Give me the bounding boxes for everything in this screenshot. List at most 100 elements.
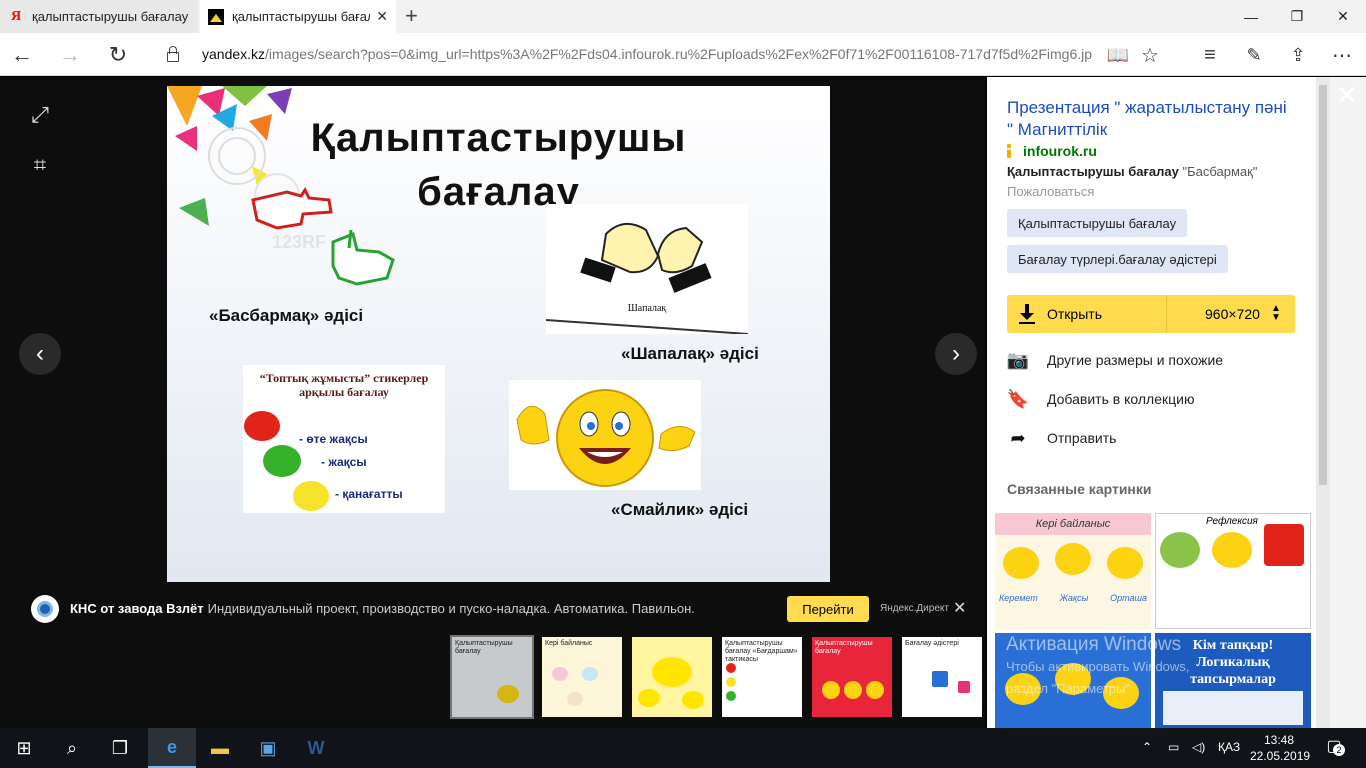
forward-icon[interactable]: → — [56, 41, 84, 69]
thumbnail-4-label: Қалыптастырушы бағалау «Бағдаршам» такти… — [725, 640, 798, 663]
start-windows-icon[interactable]: ⊞ — [0, 728, 48, 768]
related-1-label-3: Орташа — [1110, 593, 1147, 603]
slide-image[interactable]: Қалыптастырушы бағалау 123RF «Басбармақ»… — [167, 86, 830, 582]
download-icon — [1019, 304, 1035, 324]
related-image-2[interactable]: Рефлексия — [1155, 513, 1311, 629]
thumbnail-1[interactable]: Қалыптастырушы бағалау — [450, 635, 534, 719]
complain-link[interactable]: Пожаловаться — [1007, 184, 1094, 199]
thumbnail-2-label: Кері байланыс — [545, 640, 593, 647]
bookmark-icon: 🔖 — [1006, 388, 1030, 409]
thumb-method-label: «Басбармақ» әдісі — [209, 306, 364, 325]
clap-picture: Шапалақ — [546, 204, 748, 334]
description-bold: Қалыптастырушы бағалау — [1007, 164, 1179, 179]
task-view-icon[interactable]: ❐ — [96, 728, 144, 768]
thumbnail-5[interactable]: Қалыптастырушы бағалау — [812, 637, 892, 717]
smiley-icon — [516, 389, 696, 487]
crop-icon[interactable]: ⌗ — [22, 147, 58, 183]
ad-description: Индивидуальный проект, производство и пу… — [207, 601, 695, 616]
language-indicator[interactable]: ҚАЗ — [1218, 740, 1240, 754]
ad-logo-icon — [31, 595, 59, 623]
tab-bar: Я қалыптастырушы бағалау д қалыптастыруш… — [0, 0, 1366, 33]
notes-icon[interactable]: ✎ — [1240, 41, 1268, 69]
volume-icon[interactable]: ◁) — [1192, 740, 1205, 754]
smiley-method-label: «Смайлик» әдісі — [611, 500, 749, 519]
tray-arrow-icon[interactable]: ⌃ — [1142, 740, 1152, 754]
tab-2[interactable]: қалыптастырушы бағал ✕ — [200, 0, 396, 33]
related-1-label-1: Керемет — [999, 593, 1038, 603]
back-icon[interactable]: ← — [8, 41, 36, 69]
thumbnail-strip: Қалыптастырушы бағалау Кері байланыс Қал… — [450, 635, 982, 719]
clock-date: 22.05.2019 — [1250, 749, 1311, 763]
refresh-icon[interactable]: ↻ — [104, 41, 132, 69]
address-bar[interactable]: yandex.kz/images/search?pos=0&img_url=ht… — [202, 46, 1092, 62]
other-sizes-label: Другие размеры и похожие — [1047, 352, 1224, 368]
reading-view-icon[interactable]: 📖 — [1104, 41, 1132, 69]
next-image-button[interactable]: › — [935, 333, 977, 375]
camera-icon: 📷 — [1006, 349, 1030, 370]
ad-go-button[interactable]: Перейти — [787, 596, 869, 622]
favorite-star-icon[interactable]: ☆ — [1136, 41, 1164, 69]
minimize-button[interactable]: — — [1228, 0, 1274, 33]
clock[interactable]: 13:48 22.05.2019 — [1250, 732, 1311, 764]
sticker-title: “Топтық жұмысты” стикерлер арқылы бағала… — [259, 371, 429, 399]
green-face-icon — [263, 445, 301, 477]
page-background-strip — [1330, 77, 1366, 728]
tag-1[interactable]: Қалыптастырушы бағалау — [1007, 209, 1188, 237]
thumbnail-5-label: Қалыптастырушы бағалау — [815, 640, 873, 655]
clap-method-label: «Шапалақ» әдісі — [621, 344, 759, 363]
maximize-button[interactable]: ❐ — [1274, 0, 1320, 33]
source-page-title[interactable]: Презентация " жаратылыстану пәні " Магни… — [1007, 97, 1297, 141]
thumbnail-6[interactable]: Бағалау әдістері — [902, 637, 982, 717]
share-action[interactable]: ➦ Отправить — [1007, 426, 1116, 450]
activation-line-2: Чтобы активировать Windows, — [1006, 659, 1190, 674]
open-label: Открыть — [1047, 306, 1102, 322]
thumbnail-2[interactable]: Кері байланыс — [542, 637, 622, 717]
windows-activation-watermark: Активация Windows Чтобы активировать Win… — [1006, 634, 1189, 700]
store-icon[interactable]: ▣ — [244, 728, 292, 768]
ad-text[interactable]: КНС от завода Взлёт Индивидуальный проект… — [70, 601, 695, 616]
network-icon[interactable]: ▭ — [1168, 740, 1179, 754]
tab-close-icon[interactable]: ✕ — [376, 8, 388, 25]
site-favicon-icon — [1007, 144, 1011, 158]
sticker-yellow-text: - қанағатты — [335, 487, 403, 501]
word-icon[interactable]: W — [292, 728, 340, 768]
sticker-green-text: - жақсы — [321, 455, 367, 469]
previous-image-button[interactable]: ‹ — [19, 333, 61, 375]
edge-browser-icon[interactable]: e — [148, 728, 196, 768]
search-icon[interactable]: ⌕ — [48, 728, 96, 768]
notifications-icon[interactable]: ▢2 — [1322, 736, 1346, 760]
image-size-select[interactable]: 960×720 — [1205, 306, 1260, 322]
thumbnail-6-label: Бағалау әдістері — [905, 640, 959, 647]
file-explorer-icon[interactable]: ▬ — [196, 728, 244, 768]
tab-2-label: қалыптастырушы бағал — [232, 9, 371, 24]
more-icon[interactable]: ⋯ — [1328, 41, 1356, 69]
ad-close-icon[interactable]: ✕ — [953, 598, 966, 618]
smiley-picture — [509, 380, 701, 490]
tab-1[interactable]: Я қалыптастырушы бағалау д — [0, 0, 198, 33]
add-collection-action[interactable]: 🔖 Добавить в коллекцию — [1006, 387, 1195, 411]
close-viewer-icon[interactable]: ✕ — [1335, 82, 1359, 108]
thumbnail-3[interactable] — [632, 637, 712, 717]
clap-caption: Шапалақ — [627, 303, 667, 314]
size-dropdown-icon[interactable]: ▲ ▼ — [1271, 304, 1281, 323]
clapping-hands-icon — [546, 223, 748, 334]
activation-line-3: раздел "Параметры" — [1006, 681, 1131, 696]
add-collection-label: Добавить в коллекцию — [1047, 391, 1195, 407]
share-icon[interactable]: ⇪ — [1284, 41, 1312, 69]
new-tab-icon[interactable]: + — [405, 5, 418, 27]
panel-scrollbar[interactable] — [1316, 77, 1330, 728]
other-sizes-action[interactable]: 📷 Другие размеры и похожие — [1007, 348, 1223, 372]
related-image-1[interactable]: Кері байланыс Керемет Жақсы Орташа — [995, 513, 1151, 629]
image-description: Қалыптастырушы бағалау "Басбармақ" — [1007, 164, 1257, 179]
tag-2[interactable]: Бағалау түрлері.бағалау әдістері — [1007, 245, 1228, 273]
close-window-button[interactable]: ✕ — [1320, 0, 1366, 33]
image-info-panel: Презентация " жаратылыстану пәні " Магни… — [987, 77, 1316, 728]
hub-icon[interactable]: ≡ — [1196, 41, 1224, 69]
thumbnail-4[interactable]: Қалыптастырушы бағалау «Бағдаршам» такти… — [722, 637, 802, 717]
open-button[interactable]: Открыть 960×720 ▲ ▼ — [1007, 295, 1295, 333]
url-path: /images/search?pos=0&img_url=https%3A%2F… — [265, 46, 1092, 62]
source-site[interactable]: infourok.ru — [1007, 143, 1097, 159]
fullscreen-icon[interactable]: ⤢ — [22, 97, 58, 133]
tab-1-label: қалыптастырушы бағалау д — [32, 9, 190, 24]
ad-brand[interactable]: КНС от завода Взлёт — [70, 601, 204, 616]
